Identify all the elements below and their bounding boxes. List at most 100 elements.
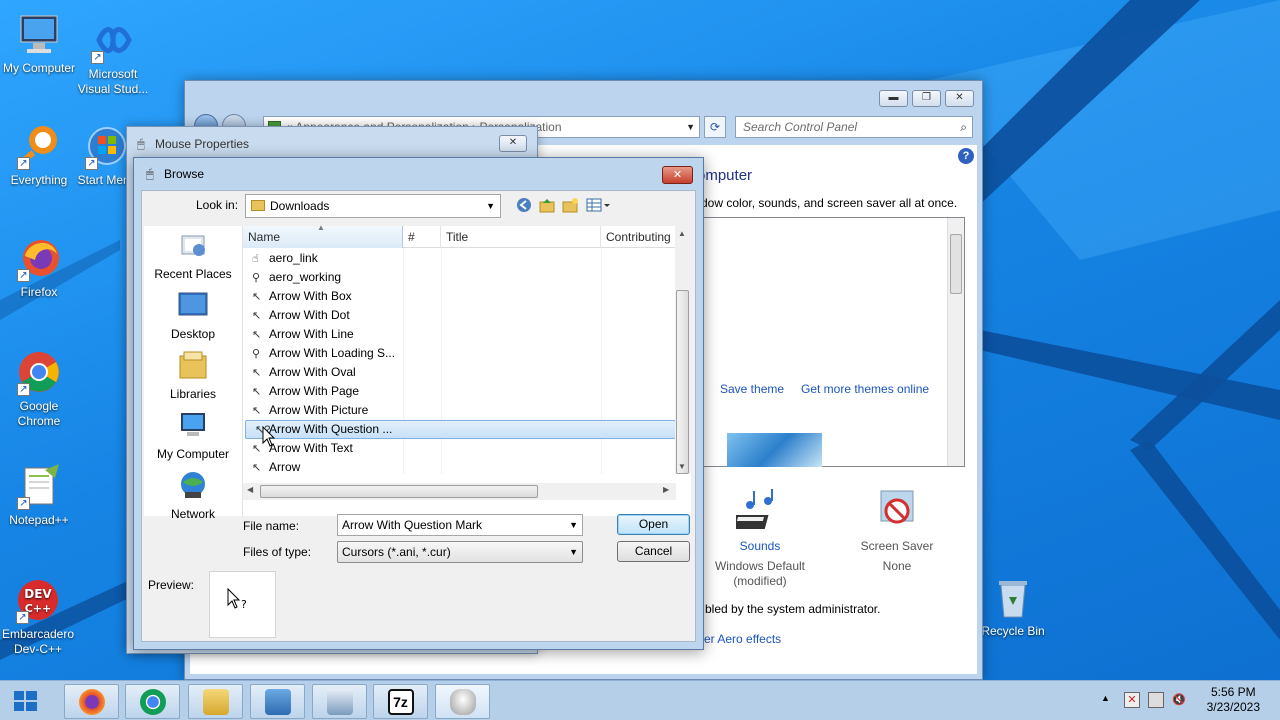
place-libraries[interactable]: Libraries xyxy=(144,350,242,402)
file-row[interactable]: ↖ Arrow With Picture xyxy=(243,401,676,420)
page-subtitle: dow color, sounds, and screen saver all … xyxy=(701,196,958,210)
close-button[interactable]: ✕ xyxy=(662,166,693,184)
column-number[interactable]: # xyxy=(403,226,441,248)
scroll-thumb[interactable] xyxy=(950,234,962,294)
keyboard-icon xyxy=(326,689,353,715)
cancel-button[interactable]: Cancel xyxy=(617,541,690,562)
tray-expand-icon[interactable]: ▲ xyxy=(1101,693,1110,703)
scroll-thumb[interactable] xyxy=(676,290,689,474)
desktop-icon xyxy=(178,292,208,316)
desktop-icon-devcpp[interactable]: DEV C++ ↗ Embarcadero Dev-C++ xyxy=(0,576,76,657)
file-row[interactable]: ⚲ aero_working xyxy=(243,268,676,287)
arrow-cursor-icon: ↖ xyxy=(252,367,262,379)
screen-saver-setting[interactable]: Screen Saver None xyxy=(845,487,949,574)
file-row[interactable]: ↖ Arrow With Line xyxy=(243,325,676,344)
taskbar-7zip[interactable]: 7z xyxy=(373,684,428,719)
themes-list[interactable] xyxy=(703,217,965,467)
place-network[interactable]: Network xyxy=(144,470,242,522)
chevron-down-icon[interactable]: ▼ xyxy=(569,542,578,562)
column-contributing[interactable]: Contributing xyxy=(601,226,676,248)
look-in-dropdown[interactable]: Downloads ▼ xyxy=(245,194,501,218)
scroll-left-icon[interactable]: ◀ xyxy=(247,485,253,494)
get-more-themes-link[interactable]: Get more themes online xyxy=(801,382,929,396)
view-menu-icon[interactable] xyxy=(585,197,613,214)
desktop-icon-visual-studio[interactable]: ↗ Microsoft Visual Stud... xyxy=(73,16,153,97)
volume-muted-icon[interactable]: 🔇 xyxy=(1172,692,1188,708)
look-in-value: Downloads xyxy=(270,199,330,213)
desktop-icon-label: Embarcadero Dev-C++ xyxy=(1,627,75,656)
file-row[interactable]: ↖ Arrow xyxy=(243,458,676,477)
mouse-pointer xyxy=(262,426,276,447)
taskbar-control-panel[interactable] xyxy=(250,684,305,719)
file-explorer-icon xyxy=(202,689,229,715)
desktop-icon-my-computer[interactable]: My Computer xyxy=(0,10,78,76)
scroll-down-icon[interactable]: ▼ xyxy=(678,462,686,471)
column-title[interactable]: Title xyxy=(441,226,601,248)
file-list[interactable]: Name ▲ # Title Contributing ☝ aero_link ⚲ ae… xyxy=(242,223,691,516)
chevron-down-icon[interactable]: ▼ xyxy=(569,515,578,535)
sounds-setting[interactable]: Sounds Windows Default (modified) xyxy=(705,487,815,589)
scroll-up-icon[interactable]: ▲ xyxy=(678,229,686,238)
chevron-down-icon[interactable]: ▼ xyxy=(686,117,695,137)
place-recent-places[interactable]: Recent Places xyxy=(144,230,242,282)
desktop-icon-recycle-bin[interactable]: Recycle Bin xyxy=(974,573,1052,639)
screen-saver-value: None xyxy=(882,559,912,573)
file-row[interactable]: ↖ Arrow With Oval xyxy=(243,363,676,382)
close-button[interactable]: ✕ xyxy=(499,135,527,152)
aero-effects-link[interactable]: er Aero effects xyxy=(704,632,781,646)
file-row[interactable]: ↖ Arrow With Page xyxy=(243,382,676,401)
file-list-vertical-scrollbar[interactable]: ▲ ▼ xyxy=(675,226,691,474)
help-icon[interactable]: ? xyxy=(958,148,974,164)
themes-scrollbar[interactable] xyxy=(947,218,964,466)
desktop-icon-notepadpp[interactable]: ↗ Notepad++ xyxy=(0,462,78,528)
chevron-down-icon[interactable]: ▼ xyxy=(486,195,495,217)
network-icon xyxy=(181,472,205,498)
new-folder-icon[interactable] xyxy=(561,197,578,214)
column-name[interactable]: Name ▲ xyxy=(243,223,403,248)
taskbar-chrome[interactable] xyxy=(125,684,180,719)
back-icon[interactable] xyxy=(515,197,532,214)
file-row[interactable]: ☝ aero_link xyxy=(243,249,676,268)
search-input[interactable]: Search Control Panel ⌕ xyxy=(735,116,973,138)
file-row[interactable]: ↖ Arrow With Dot xyxy=(243,306,676,325)
file-row[interactable]: ↖?Arrow With Question ... xyxy=(245,420,676,439)
clock-date: 3/23/2023 xyxy=(1206,700,1260,714)
network-status-icon[interactable]: ✕ xyxy=(1124,692,1140,708)
clock-time: 5:56 PM xyxy=(1210,685,1256,699)
maximize-button[interactable]: ❐ xyxy=(912,90,941,107)
place-desktop[interactable]: Desktop xyxy=(144,290,242,342)
save-theme-link[interactable]: Save theme xyxy=(720,382,784,396)
desktop-icon-chrome[interactable]: ↗ Google Chrome xyxy=(0,348,78,429)
taskbar-mouse-properties[interactable] xyxy=(435,684,490,719)
search-icon[interactable]: ⌕ xyxy=(960,117,967,137)
scroll-right-icon[interactable]: ▶ xyxy=(663,485,669,494)
taskbar-file-explorer[interactable] xyxy=(188,684,243,719)
minimize-button[interactable]: ▬ xyxy=(879,90,908,107)
taskbar-keyboard[interactable] xyxy=(312,684,367,719)
start-button[interactable] xyxy=(0,681,52,720)
place-my-computer[interactable]: My Computer xyxy=(144,410,242,462)
file-row[interactable]: ⚲ Arrow With Loading S... xyxy=(243,344,676,363)
close-button[interactable]: ✕ xyxy=(945,90,974,107)
scroll-thumb[interactable] xyxy=(260,485,538,498)
file-list-horizontal-scrollbar[interactable]: ◀ ▶ xyxy=(243,483,676,500)
files-of-type-dropdown[interactable]: Cursors (*.ani, *.cur) ▼ xyxy=(337,541,583,563)
file-row[interactable]: ↖ Arrow With Text xyxy=(243,439,676,458)
desktop-icon-firefox[interactable]: ↗ Firefox xyxy=(0,234,78,300)
dialog-title: Browse xyxy=(164,167,205,181)
taskbar-firefox[interactable] xyxy=(64,684,119,719)
file-row[interactable]: ↖ Arrow With Box xyxy=(243,287,676,306)
place-label: Network xyxy=(170,507,215,521)
display-icon[interactable] xyxy=(1148,692,1164,708)
refresh-button[interactable]: ⟳ xyxy=(704,116,726,138)
open-button[interactable]: Open xyxy=(617,514,690,535)
up-folder-icon[interactable] xyxy=(538,197,555,214)
desktop-icon-everything[interactable]: ↗ Everything xyxy=(0,122,78,188)
cursor-preview: ? xyxy=(209,571,276,638)
sounds-icon xyxy=(736,489,773,529)
screen-saver-icon xyxy=(880,490,914,524)
theme-thumbnail[interactable] xyxy=(727,433,822,467)
file-name-input[interactable]: Arrow With Question Mark ▼ xyxy=(337,514,583,536)
svg-text:?: ? xyxy=(241,598,247,611)
clock[interactable]: 5:56 PM 3/23/2023 xyxy=(1207,685,1260,715)
